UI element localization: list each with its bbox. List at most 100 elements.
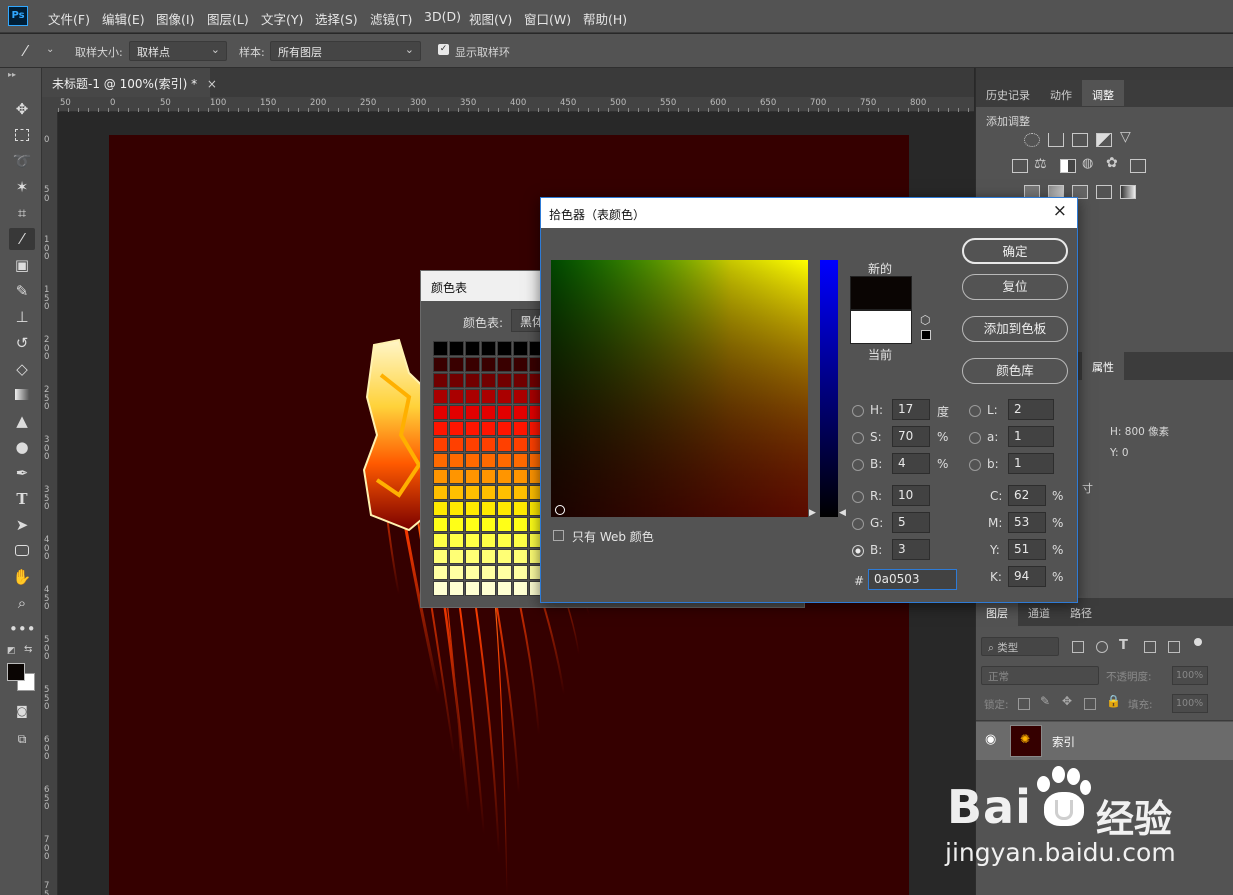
close-icon[interactable]: × bbox=[1053, 201, 1067, 221]
a-field[interactable]: 1 bbox=[1008, 426, 1054, 447]
more-tools-icon[interactable]: ••• bbox=[9, 618, 36, 640]
radio-s[interactable] bbox=[852, 432, 864, 444]
color-slider[interactable] bbox=[820, 260, 838, 517]
exposure-icon[interactable] bbox=[1096, 133, 1112, 147]
color-table-cell[interactable] bbox=[513, 469, 528, 484]
color-table-cell[interactable] bbox=[433, 549, 448, 564]
lasso-tool-icon[interactable]: ➰ bbox=[9, 150, 35, 172]
color-table-cell[interactable] bbox=[465, 453, 480, 468]
lock-pixels-icon[interactable]: ✎ bbox=[1040, 694, 1050, 708]
menu-filter[interactable]: 滤镜(T) bbox=[370, 9, 412, 28]
color-table-cell[interactable] bbox=[481, 389, 496, 404]
hex-field[interactable]: 0a0503 bbox=[868, 569, 957, 590]
color-table-cell[interactable] bbox=[433, 581, 448, 596]
radio-brightness[interactable] bbox=[852, 459, 864, 471]
color-table-cell[interactable] bbox=[497, 341, 512, 356]
color-table-cell[interactable] bbox=[433, 373, 448, 388]
color-table-cell[interactable] bbox=[497, 485, 512, 500]
color-table-cell[interactable] bbox=[449, 581, 464, 596]
filter-smart-object-icon[interactable] bbox=[1168, 641, 1180, 653]
color-table-cell[interactable] bbox=[513, 453, 528, 468]
tab-properties[interactable]: 属性 bbox=[1082, 352, 1124, 380]
vibrance-icon[interactable]: ▽ bbox=[1120, 129, 1131, 145]
color-table-cell[interactable] bbox=[449, 341, 464, 356]
color-table-cell[interactable] bbox=[513, 501, 528, 516]
color-table-cell[interactable] bbox=[497, 501, 512, 516]
close-tab-icon[interactable]: × bbox=[207, 77, 217, 91]
radio-blue[interactable] bbox=[852, 545, 864, 557]
blend-mode-select[interactable]: 正常 bbox=[981, 666, 1099, 685]
show-ring-checkbox[interactable]: ✓ bbox=[438, 44, 449, 55]
filter-toggle-icon[interactable] bbox=[1194, 638, 1202, 646]
document-tab[interactable]: 未标题-1 @ 100%(索引) * × bbox=[42, 68, 217, 97]
opacity-field[interactable]: 100% bbox=[1172, 666, 1208, 685]
color-table-cell[interactable] bbox=[497, 453, 512, 468]
color-table-cell[interactable] bbox=[465, 341, 480, 356]
color-table-cell[interactable] bbox=[449, 533, 464, 548]
swap-colors-icon[interactable]: ⇆ bbox=[24, 644, 32, 655]
radio-g[interactable] bbox=[852, 518, 864, 530]
blur-tool-icon[interactable]: ▲ bbox=[9, 410, 35, 432]
color-table-cell[interactable] bbox=[465, 405, 480, 420]
gradient-map-icon[interactable] bbox=[1120, 185, 1136, 199]
stamp-tool-icon[interactable]: ⊥ bbox=[9, 306, 35, 328]
color-table-cell[interactable] bbox=[433, 501, 448, 516]
zoom-tool-icon[interactable]: ⌕ bbox=[9, 592, 35, 614]
color-table-cell[interactable] bbox=[513, 549, 528, 564]
color-table-cell[interactable] bbox=[433, 341, 448, 356]
color-table-cell[interactable] bbox=[465, 421, 480, 436]
hand-tool-icon[interactable]: ✋ bbox=[9, 566, 35, 588]
color-table-cell[interactable] bbox=[513, 357, 528, 372]
color-table-grid[interactable] bbox=[433, 341, 543, 597]
color-table-cell[interactable] bbox=[449, 469, 464, 484]
menu-help[interactable]: 帮助(H) bbox=[583, 9, 627, 28]
color-table-cell[interactable] bbox=[433, 533, 448, 548]
marquee-tool-icon[interactable] bbox=[9, 124, 35, 146]
color-table-cell[interactable] bbox=[481, 373, 496, 388]
color-field[interactable] bbox=[551, 260, 808, 517]
horizontal-ruler[interactable]: 50 0 50 100 150 200 250 300 350 400 450 … bbox=[58, 97, 974, 112]
color-table-cell[interactable] bbox=[433, 517, 448, 532]
color-table-cell[interactable] bbox=[433, 405, 448, 420]
layer-row[interactable]: ◉ ✺ 索引 bbox=[976, 722, 1233, 760]
fill-field[interactable]: 100% bbox=[1172, 694, 1208, 713]
color-table-cell[interactable] bbox=[481, 517, 496, 532]
default-colors-icon[interactable]: ◩ bbox=[7, 646, 16, 656]
color-table-cell[interactable] bbox=[513, 485, 528, 500]
crop-tool-icon[interactable]: ⌗ bbox=[9, 202, 35, 224]
lock-position-icon[interactable]: ✥ bbox=[1062, 694, 1072, 708]
y-field[interactable]: 51 bbox=[1008, 539, 1046, 560]
slider-right-arrow-icon[interactable]: ◀ bbox=[839, 508, 846, 518]
tab-actions[interactable]: 动作 bbox=[1040, 80, 1082, 106]
hue-saturation-icon[interactable] bbox=[1012, 159, 1028, 173]
color-table-cell[interactable] bbox=[465, 373, 480, 388]
vertical-ruler[interactable]: 0 50 100 150 200 250 300 350 400 450 500… bbox=[42, 112, 58, 895]
color-table-cell[interactable] bbox=[497, 373, 512, 388]
color-table-cell[interactable] bbox=[497, 517, 512, 532]
eyedropper-preset-icon[interactable]: ⁄ bbox=[24, 42, 27, 60]
quick-mask-icon[interactable]: ◙ bbox=[9, 700, 35, 722]
channel-mixer-icon[interactable]: ✿ bbox=[1106, 155, 1118, 171]
color-table-cell[interactable] bbox=[465, 437, 480, 452]
color-table-cell[interactable] bbox=[513, 421, 528, 436]
color-table-cell[interactable] bbox=[497, 437, 512, 452]
color-lookup-icon[interactable] bbox=[1130, 159, 1146, 173]
gradient-tool-icon[interactable] bbox=[9, 384, 35, 406]
color-table-cell[interactable] bbox=[449, 389, 464, 404]
color-table-cell[interactable] bbox=[513, 437, 528, 452]
radio-h[interactable] bbox=[852, 405, 864, 417]
filter-adjustment-icon[interactable] bbox=[1096, 641, 1108, 653]
color-table-cell[interactable] bbox=[481, 565, 496, 580]
color-table-cell[interactable] bbox=[481, 533, 496, 548]
blue-field[interactable]: 3 bbox=[892, 539, 930, 560]
menu-3d[interactable]: 3D(D) bbox=[424, 9, 461, 24]
color-table-cell[interactable] bbox=[497, 549, 512, 564]
color-table-cell[interactable] bbox=[513, 405, 528, 420]
dodge-tool-icon[interactable]: ● bbox=[9, 436, 35, 458]
type-tool-icon[interactable]: T bbox=[9, 488, 35, 510]
color-table-cell[interactable] bbox=[497, 469, 512, 484]
lab-b-field[interactable]: 1 bbox=[1008, 453, 1054, 474]
sample-size-select[interactable]: 取样点 ⌄ bbox=[129, 41, 227, 61]
menu-type[interactable]: 文字(Y) bbox=[261, 9, 303, 28]
c-field[interactable]: 62 bbox=[1008, 485, 1046, 506]
